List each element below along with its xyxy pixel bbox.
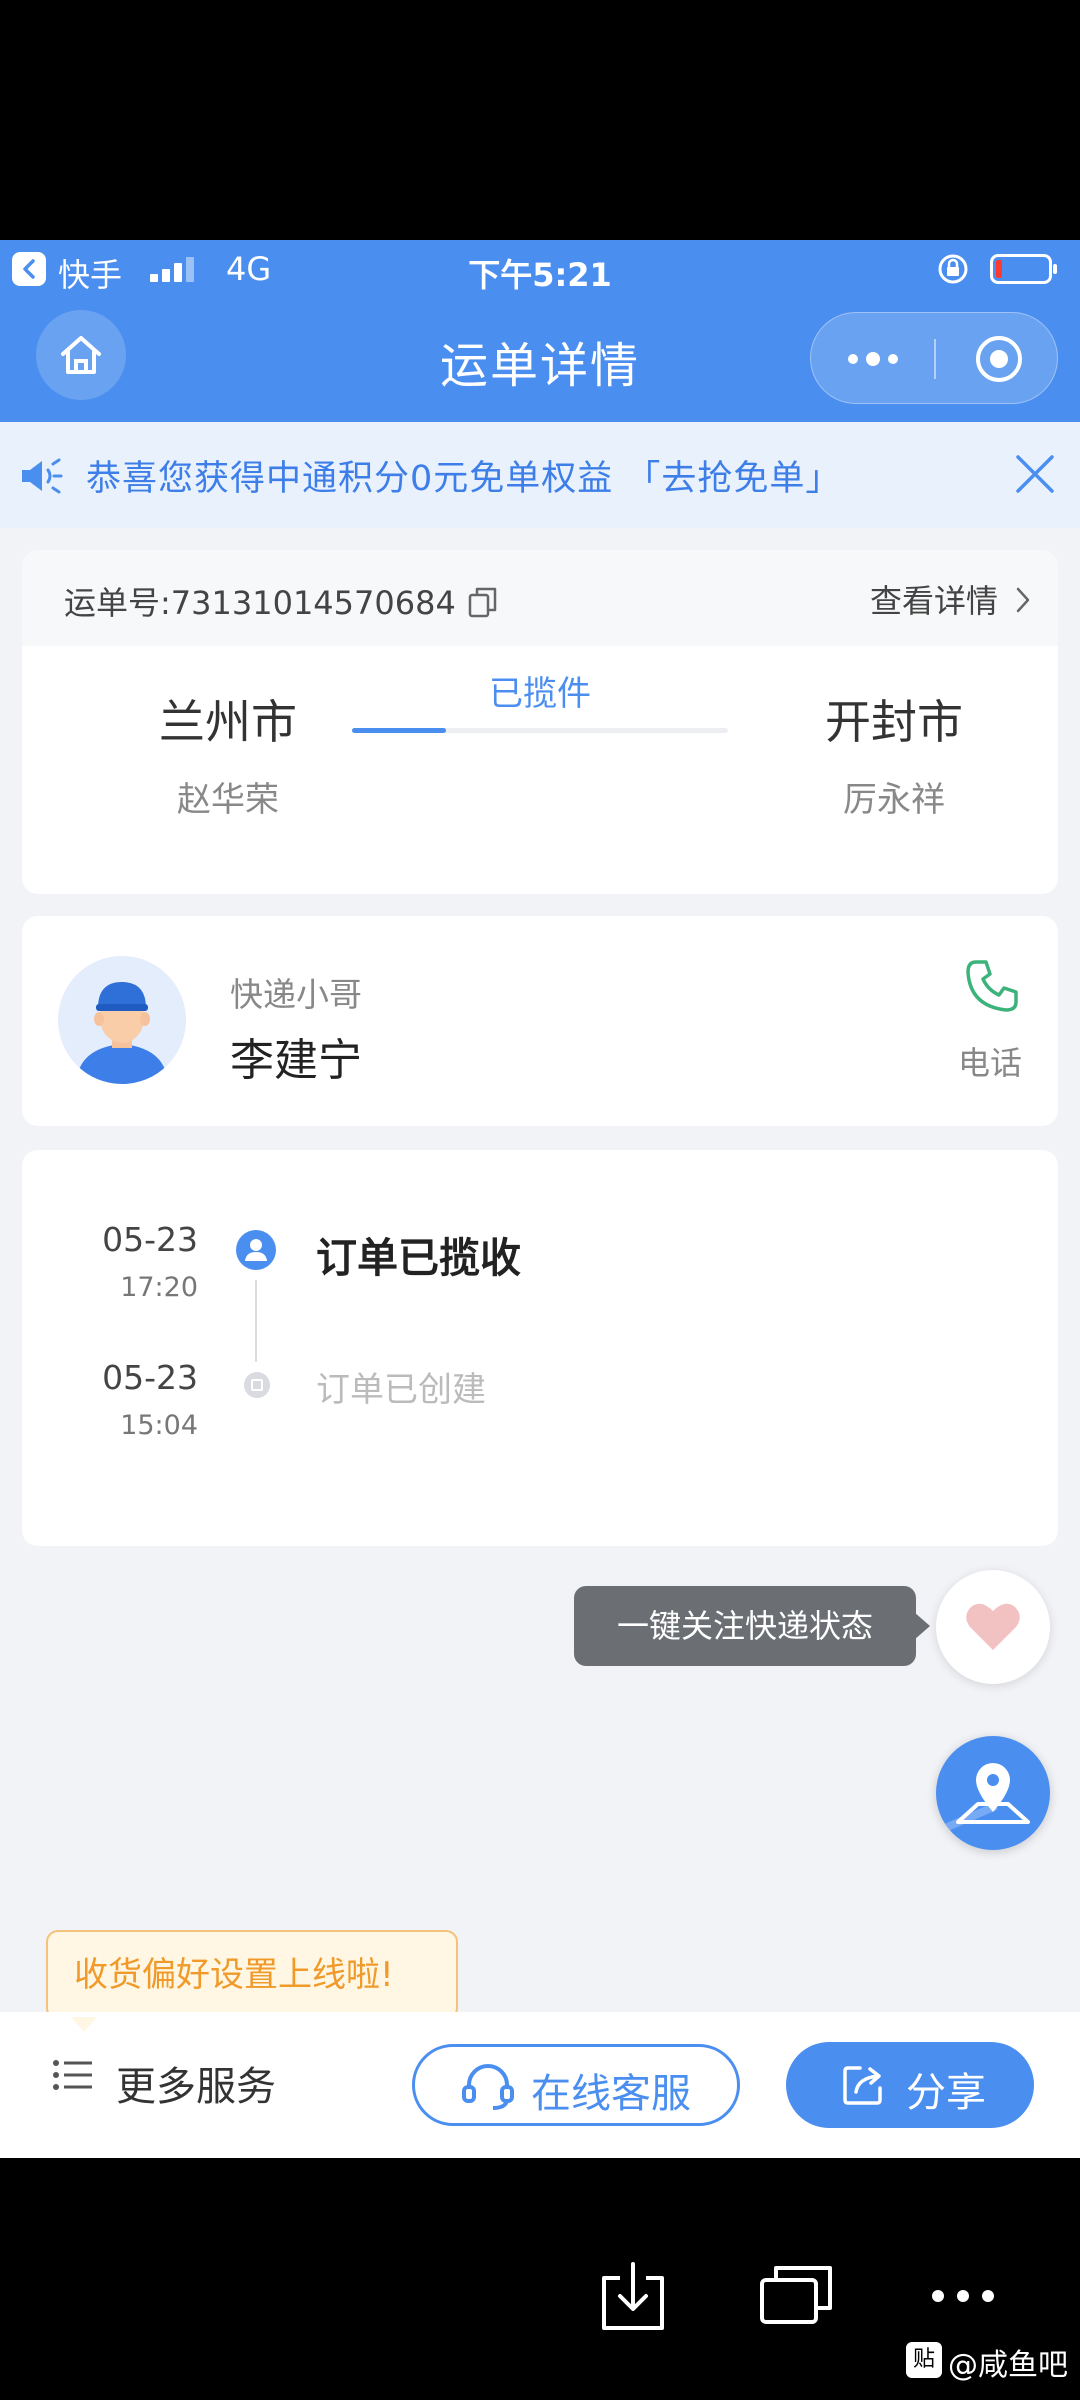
timeline-connector (255, 1280, 257, 1362)
share-icon (843, 2066, 882, 2105)
recipient-name: 厉永祥 (843, 780, 945, 820)
shipment-progress-track (352, 728, 728, 733)
watermark-text: @咸鱼吧 (948, 2348, 1068, 2383)
timeline-event: 订单已揽收 (316, 1234, 521, 1282)
download-icon[interactable] (598, 2262, 668, 2332)
more-icon[interactable] (928, 2286, 998, 2306)
timeline-date: 05-23 (102, 1220, 198, 1259)
rotation-lock-icon (936, 252, 970, 294)
waybill-card: 运单号:73131014570684 查看详情 兰州市 赵华荣 已揽件 开封市 … (22, 550, 1058, 894)
multi-window-icon[interactable] (758, 2262, 834, 2326)
preference-tip[interactable]: 收货偏好设置上线啦! (46, 1930, 458, 2036)
shipment-progress-fill (352, 728, 446, 733)
copy-icon[interactable] (468, 586, 498, 618)
chevron-right-icon[interactable] (1014, 586, 1032, 614)
watermark-logo: 贴 (906, 2342, 942, 2378)
origin-city: 兰州市 (159, 695, 297, 749)
phone-button-label[interactable]: 电话 (958, 1038, 1022, 1084)
timeline-time: 15:04 (120, 1410, 198, 1441)
close-icon[interactable] (1013, 452, 1057, 496)
clock: 下午5:21 (468, 256, 612, 294)
map-pin-icon (936, 1763, 1030, 1836)
app-screen: 快手 4G 下午5:21 运单详情 恭喜您获得中通积分0元免单权益 「去抢免单」… (0, 240, 1080, 2158)
mini-program-capsule (810, 312, 1058, 404)
map-location-button[interactable] (936, 1736, 1050, 1850)
more-services-button[interactable]: 更多服务 (116, 2054, 276, 2112)
timeline-time: 17:20 (120, 1272, 198, 1303)
online-service-label: 在线客服 (531, 2071, 691, 2117)
courier-name: 李建宁 (230, 1035, 362, 1086)
waybill-number: 运单号:73131014570684 (64, 584, 456, 622)
headset-icon (462, 2064, 514, 2110)
more-dots-icon[interactable] (845, 347, 901, 371)
destination-city: 开封市 (825, 695, 963, 749)
timeline-date: 05-23 (102, 1358, 198, 1397)
promo-notice-text[interactable]: 恭喜您获得中通积分0元免单权益 「去抢免单」 (86, 450, 841, 501)
courier-avatar (58, 956, 186, 1084)
exit-mini-program-icon[interactable] (973, 333, 1025, 385)
heart-icon (966, 1603, 1020, 1650)
view-details-link[interactable]: 查看详情 (870, 576, 998, 622)
courier-card: 快递小哥 李建宁 电话 (22, 916, 1058, 1126)
online-service-button[interactable]: 在线客服 (412, 2044, 740, 2126)
share-button[interactable]: 分享 (786, 2042, 1034, 2128)
follow-button[interactable] (936, 1570, 1050, 1684)
timeline-event: 订单已创建 (316, 1370, 486, 1410)
promo-notice-bar[interactable]: 恭喜您获得中通积分0元免单权益 「去抢免单」 (0, 422, 1080, 528)
status-bar: 快手 4G 下午5:21 (0, 240, 1080, 298)
courier-avatar-icon (76, 982, 168, 1084)
courier-status-icon (236, 1230, 276, 1270)
order-created-icon (244, 1372, 270, 1398)
courier-role: 快递小哥 (230, 975, 362, 1014)
nav-bar: 运单详情 (0, 298, 1080, 422)
follow-status-tooltip: 一键关注快递状态 (574, 1586, 930, 1666)
list-icon[interactable] (52, 2058, 94, 2092)
speaker-icon (22, 458, 63, 494)
share-label: 分享 (906, 2070, 986, 2116)
phone-icon[interactable] (962, 956, 1022, 1016)
waybill-header: 运单号:73131014570684 查看详情 (22, 550, 1058, 646)
shipment-status: 已揽件 (489, 674, 591, 714)
battery-icon (990, 254, 1057, 284)
bottom-action-bar: 更多服务 在线客服 分享 (0, 2012, 1080, 2158)
tracking-timeline-card: 05-23 17:20 订单已揽收 05-23 15:04 订单已创建 (22, 1150, 1058, 1546)
sender-name: 赵华荣 (177, 780, 279, 820)
